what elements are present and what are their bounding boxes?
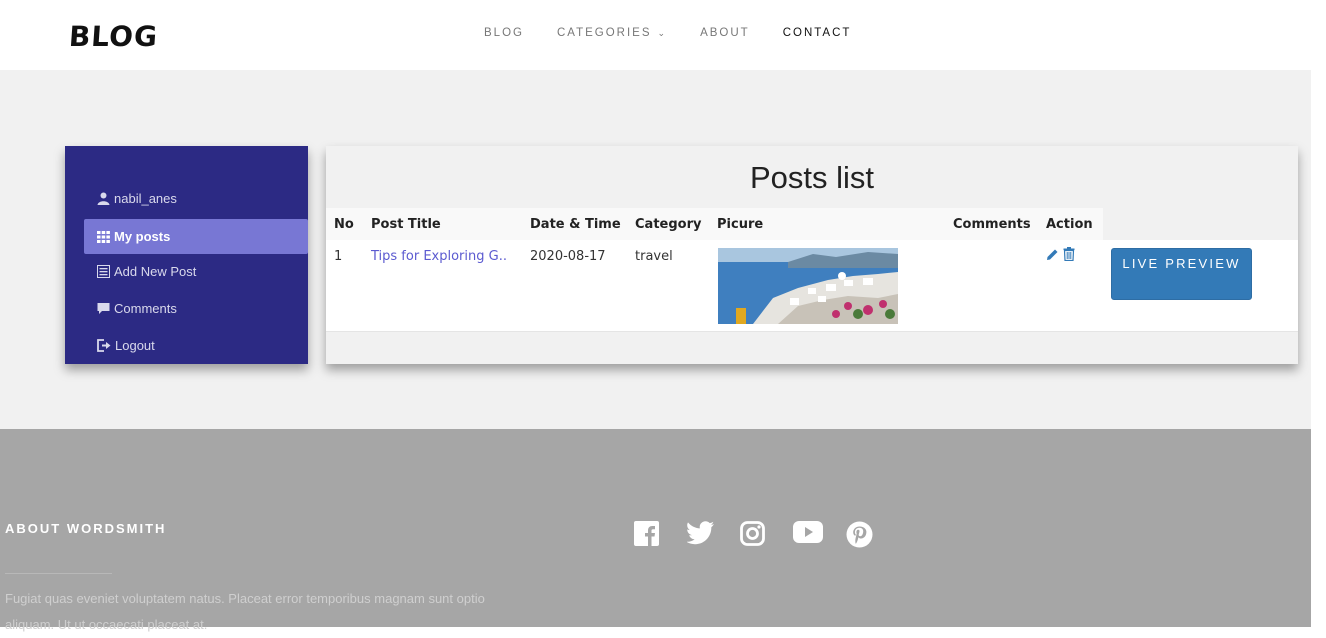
- site-footer: ABOUT WORDSMITH Fugiat quas eveniet volu…: [0, 429, 1311, 632]
- nav-contact[interactable]: CONTACT: [783, 27, 852, 39]
- grid-icon: [97, 230, 110, 243]
- chevron-down-icon: ⌄: [657, 27, 668, 38]
- page-title: Posts list: [749, 160, 875, 195]
- dashboard-sidebar: nabil_anes My posts Add New Post Comment…: [65, 146, 308, 364]
- nav-about-label: ABOUT: [700, 27, 750, 39]
- nav-categories[interactable]: CATEGORIES ⌄: [557, 27, 667, 39]
- facebook-icon[interactable]: [634, 521, 661, 548]
- sidebar-item-my-posts[interactable]: My posts: [84, 219, 308, 254]
- edit-icon[interactable]: [1046, 248, 1059, 266]
- sidebar-item-comments[interactable]: Comments: [84, 291, 308, 326]
- sidebar-item-add-post[interactable]: Add New Post: [84, 254, 308, 289]
- logout-icon: [97, 339, 111, 352]
- post-title-link[interactable]: Tips for Exploring G..: [371, 249, 507, 264]
- column-header-comments: Comments: [953, 217, 1031, 232]
- instagram-icon[interactable]: [740, 521, 767, 548]
- sidebar-item-label: Logout: [115, 338, 155, 353]
- table-header: No Post Title Date & Time Category Picur…: [326, 208, 1103, 240]
- column-header-date: Date & Time: [530, 217, 621, 232]
- social-links: [634, 521, 899, 548]
- user-icon: [97, 192, 110, 205]
- footer-divider: [5, 573, 112, 574]
- post-date: 2020-08-17: [530, 249, 606, 264]
- nav-about[interactable]: ABOUT: [700, 27, 750, 39]
- column-header-title: Post Title: [371, 217, 441, 232]
- posts-panel: Posts list No Post Title Date & Time Cat…: [326, 146, 1298, 364]
- column-header-action: Action: [1046, 217, 1093, 232]
- column-header-category: Category: [635, 217, 702, 232]
- sidebar-item-label: Comments: [114, 301, 177, 316]
- pinterest-icon[interactable]: [846, 521, 873, 548]
- list-icon: [97, 265, 110, 278]
- post-number: 1: [334, 249, 343, 264]
- sidebar-item-user[interactable]: nabil_anes: [84, 181, 308, 216]
- post-category: travel: [635, 249, 673, 264]
- post-thumbnail: [718, 248, 898, 324]
- sidebar-item-label: Add New Post: [114, 264, 197, 279]
- twitter-icon[interactable]: [686, 521, 714, 548]
- sidebar-item-label: nabil_anes: [114, 191, 177, 206]
- site-header: BLOG BLOG CATEGORIES ⌄ ABOUT CONTACT: [0, 0, 1311, 70]
- live-preview-button[interactable]: LIVE PREVIEW: [1111, 248, 1252, 300]
- main-nav: BLOG CATEGORIES ⌄ ABOUT CONTACT: [484, 27, 884, 39]
- column-header-no: No: [334, 217, 354, 232]
- nav-categories-label: CATEGORIES: [556, 27, 652, 39]
- site-logo[interactable]: BLOG: [68, 20, 159, 53]
- nav-contact-label: CONTACT: [782, 27, 852, 39]
- comment-icon: [97, 303, 110, 314]
- trash-icon[interactable]: [1063, 247, 1075, 266]
- table-row: 1 Tips for Exploring G.. 2020-08-17 trav…: [326, 240, 1298, 332]
- page-scrollbar[interactable]: [1311, 0, 1326, 627]
- main-content: nabil_anes My posts Add New Post Comment…: [0, 70, 1311, 429]
- nav-blog[interactable]: BLOG: [484, 27, 524, 39]
- column-header-picture: Picure: [717, 217, 764, 232]
- footer-about-title: ABOUT WORDSMITH: [5, 521, 167, 536]
- sidebar-item-logout[interactable]: Logout: [84, 328, 308, 363]
- sidebar-item-label: My posts: [114, 229, 171, 244]
- youtube-icon[interactable]: [793, 521, 823, 548]
- footer-about-text: Fugiat quas eveniet voluptatem natus. Pl…: [5, 591, 485, 632]
- nav-blog-label: BLOG: [484, 27, 524, 39]
